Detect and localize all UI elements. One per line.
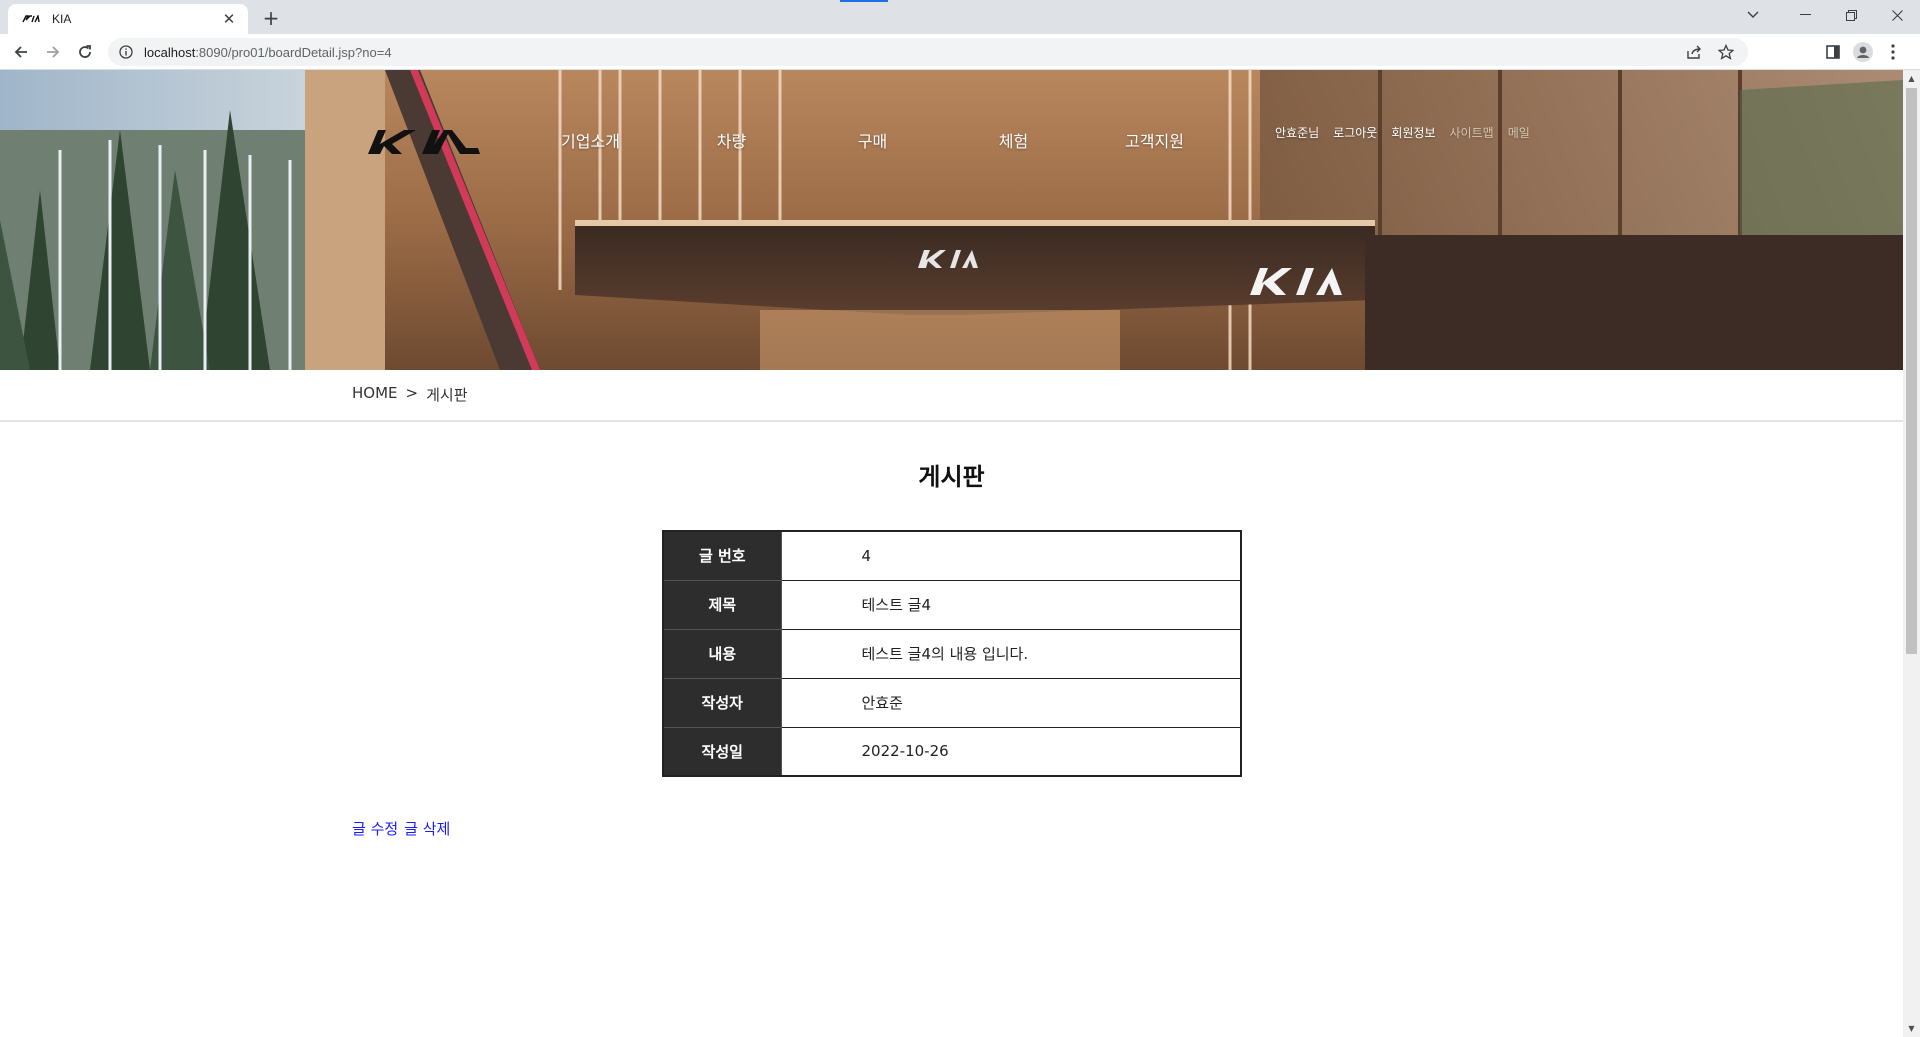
restore-icon[interactable] <box>1828 0 1874 30</box>
util-member-info[interactable]: 회원정보 <box>1391 124 1435 141</box>
breadcrumb-current: 게시판 <box>426 386 468 404</box>
kia-logo[interactable] <box>366 126 482 158</box>
row-label-number: 글 번호 <box>662 530 782 581</box>
row-label-content: 내용 <box>662 628 782 679</box>
breadcrumb-bar: HOME > 게시판 <box>0 370 1903 422</box>
table-row: 작성자 안효준 <box>662 677 1242 728</box>
util-logout[interactable]: 로그아웃 <box>1333 124 1377 141</box>
close-window-icon[interactable] <box>1874 0 1920 30</box>
url-text[interactable]: localhost:8090/pro01/boardDetail.jsp?no=… <box>144 45 392 60</box>
page-title: 게시판 <box>918 463 985 491</box>
main-nav: 기업소개 차량 구매 체험 고객지원 <box>520 126 1225 158</box>
kia-favicon-icon <box>22 14 40 24</box>
util-user-name[interactable]: 안효준님 <box>1275 124 1319 141</box>
utility-menu: 안효준님 로그아웃 회원정보 사이트맵 메일 <box>1275 124 1544 141</box>
star-icon[interactable] <box>1710 44 1742 60</box>
table-row: 제목 테스트 글4 <box>662 579 1242 630</box>
info-icon[interactable] <box>118 44 134 60</box>
table-row: 글 번호 4 <box>662 530 1242 581</box>
nav-item-company[interactable]: 기업소개 <box>520 126 661 158</box>
nav-item-vehicles[interactable]: 차량 <box>661 126 802 158</box>
hero-background-image <box>0 70 1903 370</box>
table-row: 내용 테스트 글4의 내용 입니다. <box>662 628 1242 679</box>
window-controls <box>1730 0 1920 30</box>
hero-banner: 기업소개 차량 구매 체험 고객지원 안효준님 로그아웃 회원정보 사이트맵 메… <box>0 70 1903 370</box>
nav-item-purchase[interactable]: 구매 <box>802 126 943 158</box>
tab-close-icon[interactable]: ✕ <box>220 10 238 28</box>
row-label-date: 작성일 <box>662 726 782 777</box>
scroll-up-icon[interactable]: ▲ <box>1903 70 1920 87</box>
menu-icon[interactable] <box>1878 40 1908 64</box>
page-viewport: 기업소개 차량 구매 체험 고객지원 안효준님 로그아웃 회원정보 사이트맵 메… <box>0 70 1903 1037</box>
nav-item-support[interactable]: 고객지원 <box>1084 126 1225 158</box>
tab-search-icon[interactable] <box>1730 0 1776 30</box>
share-icon[interactable] <box>1678 45 1710 59</box>
minimize-icon[interactable] <box>1782 0 1828 30</box>
side-panel-icon[interactable] <box>1818 40 1848 64</box>
row-label-author: 작성자 <box>662 677 782 728</box>
board-detail-table: 글 번호 4 제목 테스트 글4 내용 테스트 글4의 내용 입니다. 작성자 … <box>662 530 1242 777</box>
page-scrollbar[interactable]: ▲ ▼ <box>1903 70 1920 1037</box>
kia-logo-icon <box>368 130 480 154</box>
profile-icon[interactable] <box>1848 40 1878 64</box>
url-path: :8090/pro01/boardDetail.jsp?no=4 <box>195 44 392 60</box>
nav-item-experience[interactable]: 체험 <box>943 126 1084 158</box>
util-sitemap[interactable]: 사이트맵 <box>1450 124 1494 141</box>
row-value-author: 안효준 <box>780 677 1242 728</box>
table-row: 작성일 2022-10-26 <box>662 726 1242 777</box>
browser-tab[interactable]: KIA ✕ <box>8 4 248 34</box>
row-value-title: 테스트 글4 <box>780 579 1242 630</box>
row-value-content: 테스트 글4의 내용 입니다. <box>780 628 1242 679</box>
omnibox-actions <box>1678 38 1742 66</box>
util-mail[interactable]: 메일 <box>1508 124 1530 141</box>
back-icon[interactable] <box>8 40 34 64</box>
scrollbar-thumb[interactable] <box>1906 88 1917 654</box>
edit-post-link[interactable]: 글 수정 <box>352 820 398 838</box>
browser-toolbar: localhost:8090/pro01/boardDetail.jsp?no=… <box>0 34 1920 70</box>
breadcrumb-home[interactable]: HOME <box>352 384 398 405</box>
tab-strip-accent <box>840 0 888 2</box>
breadcrumb: HOME > 게시판 <box>352 384 468 405</box>
row-value-number: 4 <box>780 530 1242 581</box>
row-label-title: 제목 <box>662 579 782 630</box>
breadcrumb-separator: > <box>405 384 419 402</box>
tab-title: KIA <box>52 12 72 26</box>
url-host: localhost <box>144 44 196 60</box>
new-tab-button[interactable]: + <box>258 5 284 31</box>
browser-tab-strip: KIA ✕ + <box>0 0 1920 34</box>
post-actions: 글 수정 글 삭제 <box>352 818 456 839</box>
scroll-down-icon[interactable]: ▼ <box>1903 1020 1920 1037</box>
toolbar-actions <box>1818 40 1908 64</box>
reload-icon[interactable] <box>72 40 98 64</box>
forward-icon[interactable] <box>40 40 66 64</box>
address-bar[interactable]: localhost:8090/pro01/boardDetail.jsp?no=… <box>108 38 1748 66</box>
row-value-date: 2022-10-26 <box>780 726 1242 777</box>
delete-post-link[interactable]: 글 삭제 <box>404 820 450 838</box>
